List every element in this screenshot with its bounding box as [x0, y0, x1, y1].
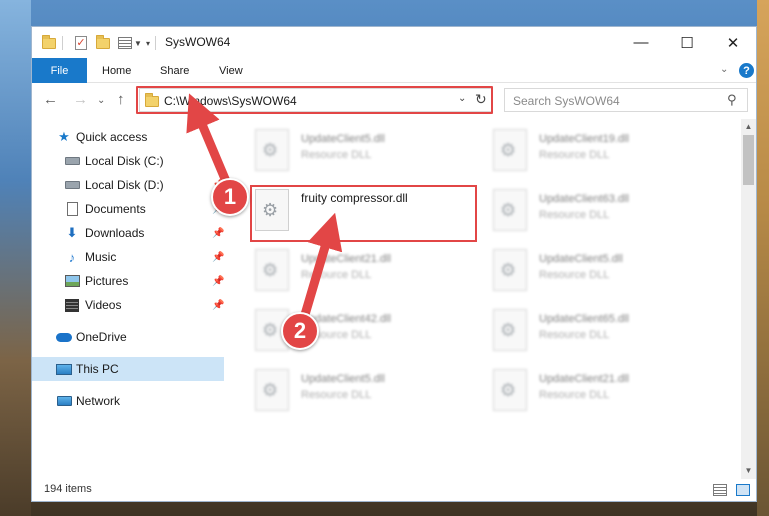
arrow-to-address-bar: [186, 93, 233, 191]
annotation-arrows: [186, 93, 343, 323]
arrow-to-file: [299, 212, 343, 323]
step-1-badge: 1: [211, 178, 249, 216]
step-2-badge: 2: [281, 312, 319, 350]
